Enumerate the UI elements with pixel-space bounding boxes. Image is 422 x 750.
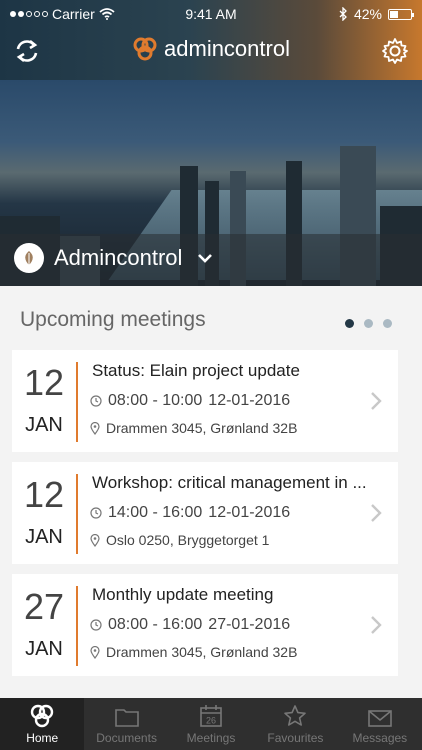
chevron-right-icon	[371, 616, 382, 634]
calendar-icon-day: 26	[206, 716, 216, 726]
meeting-month: JAN	[25, 638, 63, 660]
location-pin-icon	[90, 645, 100, 659]
section-title: Upcoming meetings	[20, 308, 206, 331]
meeting-day: 12	[23, 474, 65, 515]
meeting-title: Status: Elain project update	[92, 361, 300, 380]
page-dot[interactable]	[345, 319, 354, 328]
page-dot[interactable]	[383, 319, 392, 328]
tab-favourites[interactable]: Favourites	[253, 698, 337, 750]
meeting-title: Monthly update meeting	[92, 585, 274, 604]
tab-label: Documents	[96, 731, 157, 745]
page-indicator[interactable]	[345, 319, 392, 328]
organization-selector[interactable]: Admincontrol	[0, 234, 422, 286]
clock-icon	[90, 619, 102, 631]
meeting-time: 08:00 - 10:00	[108, 392, 203, 409]
tab-meetings[interactable]: 26 Meetings	[169, 698, 253, 750]
tab-label: Favourites	[267, 731, 324, 745]
chevron-down-icon	[198, 254, 212, 263]
home-logo-icon	[31, 704, 54, 728]
brand-name: admincontrol	[164, 36, 290, 61]
meeting-location: Oslo 0250, Bryggetorget 1	[106, 532, 270, 548]
meeting-day: 27	[23, 586, 65, 627]
app-header: admincontrol	[0, 30, 422, 72]
meeting-card[interactable]: 12 JAN Status: Elain project update 08:0…	[12, 350, 398, 452]
card-divider	[76, 586, 78, 666]
meeting-card[interactable]: 27 JAN Monthly update meeting 08:00 - 16…	[12, 574, 398, 676]
meeting-date: 12-01-2016	[208, 504, 291, 521]
tab-home[interactable]: Home	[0, 698, 85, 750]
chevron-right-icon	[371, 504, 382, 522]
meeting-month: JAN	[25, 414, 63, 436]
gear-icon	[382, 38, 408, 64]
status-bar: Carrier 9:41 AM 42%	[0, 0, 422, 28]
organization-banner: Admincontrol	[0, 80, 422, 286]
meeting-time: 14:00 - 16:00	[108, 504, 203, 521]
bluetooth-icon	[339, 7, 347, 21]
chevron-right-icon	[371, 392, 382, 410]
location-pin-icon	[90, 421, 100, 435]
meeting-title: Workshop: critical management in ...	[92, 473, 367, 492]
card-divider	[76, 474, 78, 554]
meeting-day: 12	[23, 362, 65, 403]
meeting-card[interactable]: 12 JAN Workshop: critical management in …	[12, 462, 398, 564]
page-dot[interactable]	[364, 319, 373, 328]
meeting-month: JAN	[25, 526, 63, 548]
admincontrol-logo-icon	[133, 37, 157, 61]
battery-percent: 42%	[353, 6, 382, 22]
tab-label: Home	[26, 731, 59, 745]
leaf-icon	[25, 251, 33, 265]
upcoming-meetings-section: Upcoming meetings 12 JAN Status: Elain p…	[0, 286, 422, 698]
organization-name: Admincontrol	[54, 245, 183, 270]
battery-icon	[388, 8, 414, 20]
star-icon	[284, 705, 307, 726]
app-brand: admincontrol	[0, 36, 422, 62]
top-gradient: Carrier 9:41 AM 42% admincontrol	[0, 0, 422, 80]
folder-icon	[114, 709, 139, 727]
location-pin-icon	[90, 533, 100, 547]
bottom-tab-bar: Home Documents 26 Meetings Favourites Me…	[0, 698, 422, 750]
clock-icon	[90, 395, 102, 407]
meeting-date: 27-01-2016	[208, 616, 291, 633]
tab-label: Messages	[352, 731, 408, 745]
tab-messages[interactable]: Messages	[338, 698, 422, 750]
clock-icon	[90, 507, 102, 519]
meeting-time: 08:00 - 16:00	[108, 616, 203, 633]
settings-button[interactable]	[378, 34, 412, 68]
meeting-location: Drammen 3045, Grønland 32B	[106, 420, 298, 436]
meeting-date: 12-01-2016	[208, 392, 291, 409]
organization-avatar	[14, 243, 44, 273]
tab-label: Meetings	[186, 731, 236, 745]
meeting-location: Drammen 3045, Grønland 32B	[106, 644, 298, 660]
envelope-icon	[368, 710, 392, 727]
card-divider	[76, 362, 78, 442]
tab-documents[interactable]: Documents	[84, 698, 168, 750]
calendar-icon: 26	[200, 705, 222, 727]
